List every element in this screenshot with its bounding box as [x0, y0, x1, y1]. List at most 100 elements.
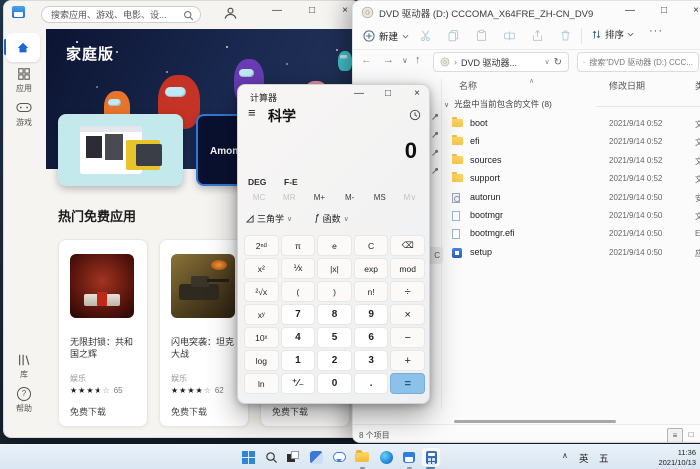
refresh-icon[interactable]: ↻: [554, 57, 562, 68]
forward-button[interactable]: →: [383, 54, 394, 66]
calc-key-π[interactable]: π: [281, 235, 316, 256]
taskbar-file-explorer[interactable]: [352, 447, 372, 467]
delete-icon[interactable]: [559, 29, 572, 42]
calc-key-=[interactable]: =: [390, 373, 425, 394]
explorer-minimize-button[interactable]: —: [619, 5, 641, 16]
store-search-input[interactable]: 搜索应用、游戏、电影、设...: [41, 6, 201, 23]
cut-icon[interactable]: [419, 29, 432, 42]
file-row[interactable]: efi2021/9/14 0:52文: [444, 133, 700, 151]
help-icon[interactable]: ?: [17, 387, 31, 401]
breadcrumb-chevron-icon[interactable]: ∨: [544, 58, 549, 66]
calc-key-)[interactable]: ): [317, 281, 352, 302]
app-card-2-download-link[interactable]: 免费下载: [171, 405, 207, 418]
icons-view-button[interactable]: □: [684, 428, 698, 441]
share-icon[interactable]: [531, 29, 544, 42]
explorer-search-input[interactable]: 搜索"DVD 驱动器 (D:) CCC...: [577, 52, 699, 72]
memory-key-M∨[interactable]: M∨: [395, 193, 425, 202]
calc-key-²√x[interactable]: ²√x: [244, 281, 279, 302]
memory-key-MC[interactable]: MC: [244, 193, 274, 202]
column-type[interactable]: 类: [695, 79, 700, 92]
ime-mode-indicator[interactable]: 五: [599, 451, 609, 469]
copy-icon[interactable]: [447, 29, 460, 42]
carousel-card-app[interactable]: [58, 114, 183, 186]
file-row[interactable]: support2021/9/14 0:52文: [444, 170, 700, 188]
calc-key-n![interactable]: n!: [354, 281, 389, 302]
function-dropdown[interactable]: ƒ 函数 ∨: [314, 212, 349, 225]
calc-key-exp[interactable]: exp: [354, 258, 389, 279]
calc-key-÷[interactable]: ÷: [390, 281, 425, 302]
tray-show-hidden-icons[interactable]: ∧: [562, 451, 568, 469]
memory-key-MR[interactable]: MR: [274, 193, 304, 202]
fe-toggle-button[interactable]: F-E: [284, 177, 298, 187]
taskbar-calculator-active[interactable]: [421, 447, 441, 467]
taskbar-clock[interactable]: 11:36 2021/10/13: [658, 448, 696, 467]
new-button[interactable]: 新建: [359, 27, 413, 45]
calc-key-e[interactable]: e: [317, 235, 352, 256]
app-card-3-download-link[interactable]: 免费下载: [272, 405, 308, 418]
calculator-mode[interactable]: 科学: [268, 106, 296, 126]
calc-key-log[interactable]: log: [244, 350, 279, 371]
store-maximize-button[interactable]: □: [301, 5, 323, 16]
widgets-button[interactable]: [306, 447, 326, 467]
taskbar-search-button[interactable]: [261, 447, 281, 467]
calc-key-5[interactable]: 5: [317, 327, 352, 348]
calc-key-C[interactable]: C: [354, 235, 389, 256]
calc-key-7[interactable]: 7: [281, 304, 316, 325]
calc-key-2[interactable]: 2: [317, 350, 352, 371]
calc-key-−[interactable]: −: [390, 327, 425, 348]
nav-pane-divider[interactable]: [441, 79, 442, 409]
app-card-2[interactable]: 闪电突袭：坦克大战 娱乐 ★★★★☆62 免费下载: [159, 239, 249, 427]
calc-key-2ⁿᵈ[interactable]: 2ⁿᵈ: [244, 235, 279, 256]
calc-close-button[interactable]: ×: [406, 88, 428, 99]
explorer-close-button[interactable]: ×: [685, 5, 700, 16]
more-options-button[interactable]: ···: [649, 25, 663, 37]
calc-key-1[interactable]: 1: [281, 350, 316, 371]
task-view-button[interactable]: [283, 447, 303, 467]
breadcrumb[interactable]: › DVD 驱动器... ∨ ↻: [433, 52, 569, 72]
details-view-button[interactable]: ≡: [667, 428, 683, 443]
memory-key-M+[interactable]: M+: [304, 193, 334, 202]
recent-locations-chevron[interactable]: ∨: [402, 56, 408, 65]
calc-key-([interactable]: (: [281, 281, 316, 302]
start-button[interactable]: [238, 447, 258, 467]
menu-hamburger-icon[interactable]: ≡: [248, 105, 256, 120]
app-card-1-download-link[interactable]: 免费下载: [70, 405, 106, 418]
calc-key-x²[interactable]: x²: [244, 258, 279, 279]
calc-key-xʸ[interactable]: xʸ: [244, 304, 279, 325]
back-button[interactable]: ←: [361, 54, 372, 66]
trigonometry-dropdown[interactable]: 三角学 ∨: [246, 212, 292, 225]
calc-key-|x|[interactable]: |x|: [317, 258, 352, 279]
sort-button[interactable]: 排序: [591, 27, 634, 41]
sidebar-item-home[interactable]: [6, 33, 40, 62]
calc-key-0[interactable]: 0: [317, 373, 352, 394]
calc-key-⅟x[interactable]: ⅟x: [281, 258, 316, 279]
rename-icon[interactable]: [503, 29, 516, 42]
calc-key-4[interactable]: 4: [281, 327, 316, 348]
horizontal-scrollbar[interactable]: [454, 420, 616, 423]
store-minimize-button[interactable]: —: [266, 5, 288, 16]
calc-key-6[interactable]: 6: [354, 327, 389, 348]
calc-key-9[interactable]: 9: [354, 304, 389, 325]
file-row[interactable]: setup2021/9/14 0:50应: [444, 244, 700, 262]
app-card-1[interactable]: 无限封锁：共和国之辉 娱乐 ★★★☆★☆65 免费下载: [58, 239, 148, 427]
group-collapse-chevron[interactable]: ∨: [444, 102, 449, 109]
file-row[interactable]: bootmgr.efi2021/9/14 0:50E: [444, 225, 700, 243]
file-row[interactable]: boot2021/9/14 0:52文: [444, 115, 700, 133]
chat-button[interactable]: [329, 447, 349, 467]
explorer-maximize-button[interactable]: □: [653, 5, 675, 16]
history-icon[interactable]: [409, 109, 421, 121]
angle-unit-button[interactable]: DEG: [248, 177, 266, 187]
calc-key-mod[interactable]: mod: [390, 258, 425, 279]
calc-key-3[interactable]: 3: [354, 350, 389, 371]
calc-maximize-button[interactable]: □: [377, 88, 399, 99]
memory-key-M-[interactable]: M-: [335, 193, 365, 202]
column-modified[interactable]: 修改日期: [609, 79, 645, 92]
file-group-header[interactable]: ∨光盘中当前包含的文件 (8): [444, 98, 552, 114]
taskbar-store[interactable]: [399, 447, 419, 467]
calc-key-+[interactable]: +: [390, 350, 425, 371]
file-row[interactable]: bootmgr2021/9/14 0:50文: [444, 207, 700, 225]
calc-key-ln[interactable]: ln: [244, 373, 279, 394]
file-row[interactable]: sources2021/9/14 0:52文: [444, 152, 700, 170]
calc-key-.[interactable]: .: [354, 373, 389, 394]
calc-minimize-button[interactable]: —: [348, 88, 370, 99]
